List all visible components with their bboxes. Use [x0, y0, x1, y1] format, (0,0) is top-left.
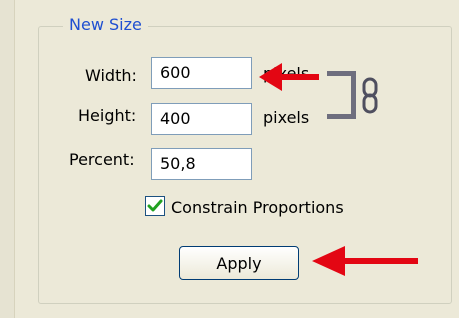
- height-unit-label: pixels: [263, 108, 310, 127]
- chain-link-icon[interactable]: [360, 77, 380, 115]
- width-label: Width:: [85, 66, 137, 85]
- proportion-link-bracket: [327, 71, 356, 119]
- checkmark-icon: [147, 199, 163, 212]
- apply-button[interactable]: Apply: [179, 246, 299, 280]
- left-panel-gutter: [0, 0, 15, 318]
- percent-input[interactable]: 50,8: [151, 148, 252, 180]
- dialog-panel: New Size Width: 600 pixels Height: 400 p…: [0, 0, 459, 318]
- red-arrow-icon: [312, 246, 418, 276]
- constrain-proportions-checkbox[interactable]: [145, 196, 165, 216]
- red-arrow-icon: [259, 63, 319, 91]
- constrain-proportions-label[interactable]: Constrain Proportions: [171, 198, 344, 218]
- group-title: New Size: [63, 14, 148, 36]
- height-input[interactable]: 400: [151, 103, 252, 135]
- percent-label: Percent:: [69, 150, 135, 169]
- height-label: Height:: [78, 106, 137, 125]
- width-input[interactable]: 600: [151, 57, 252, 89]
